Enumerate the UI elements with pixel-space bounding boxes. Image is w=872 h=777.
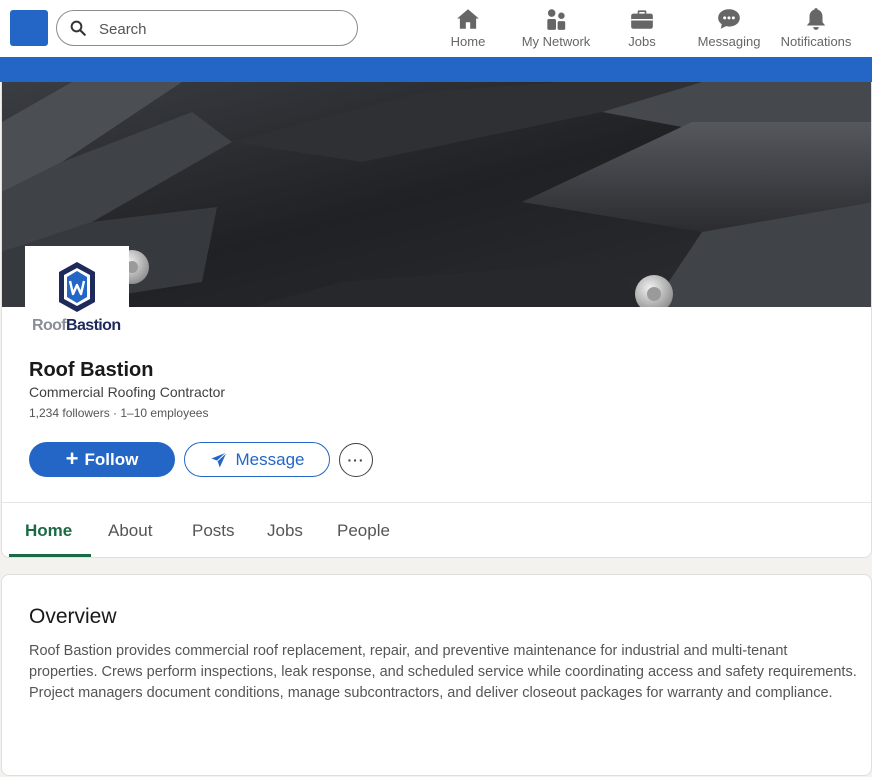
nav-notifications-label: Notifications [780, 34, 852, 49]
nav-home-label: Home [450, 34, 486, 49]
logo-wordmark-part1: Roof [32, 317, 67, 334]
company-meta: 1,234 followers · 1–10 employees [29, 406, 209, 420]
follow-button[interactable]: + Follow [29, 442, 175, 477]
logo-wordmark-part2: Bastion [66, 317, 121, 334]
shield-logo-icon [59, 262, 95, 312]
nav-messaging-label: Messaging [697, 34, 761, 49]
brand-bar [0, 57, 872, 82]
tab-about[interactable]: About [108, 503, 152, 557]
top-nav: Home My Network Jobs Messaging [0, 0, 872, 57]
nav-home[interactable]: Home [444, 6, 492, 52]
send-icon [211, 451, 227, 467]
message-button-label: Message [235, 449, 305, 469]
more-options-button[interactable]: ··· [339, 443, 373, 477]
home-icon [457, 9, 479, 29]
overview-body: Roof Bastion provides commercial roof re… [29, 643, 857, 701]
nav-messaging[interactable]: Messaging [696, 6, 762, 52]
overview-title: Overview [29, 605, 117, 628]
network-icon [547, 9, 566, 30]
search-box[interactable] [56, 10, 358, 46]
chat-icon [718, 9, 740, 29]
search-input[interactable] [99, 18, 339, 40]
follow-button-label: Follow [84, 449, 139, 469]
tab-jobs[interactable]: Jobs [267, 503, 303, 557]
briefcase-icon [631, 10, 653, 29]
nav-jobs[interactable]: Jobs [618, 6, 666, 52]
plus-icon: + [65, 445, 79, 471]
company-name: Roof Bastion [29, 359, 154, 381]
nav-my-network-label: My Network [521, 34, 591, 49]
active-tab-indicator [9, 554, 91, 557]
message-button[interactable]: Message [184, 442, 330, 477]
bell-icon [806, 8, 826, 30]
overview-card: Overview Roof Bastion provides commercia… [1, 574, 872, 776]
more-icon: ··· [347, 452, 365, 468]
company-logo: RoofBastion [25, 246, 129, 344]
tab-posts[interactable]: Posts [192, 503, 235, 557]
tab-people[interactable]: People [337, 503, 390, 557]
tab-home[interactable]: Home [25, 503, 72, 557]
nav-notifications[interactable]: Notifications [778, 6, 854, 52]
nav-jobs-label: Jobs [628, 34, 656, 49]
search-icon [70, 20, 86, 36]
roof-shingles-image [2, 82, 871, 307]
cover-image [2, 82, 871, 307]
logo-wordmark: RoofBastion [32, 317, 121, 335]
nav-my-network[interactable]: My Network [518, 6, 594, 52]
company-profile-card: RoofBastion Roof Bastion Commercial Roof… [1, 82, 872, 558]
app-logo-icon[interactable] [10, 10, 48, 46]
company-tagline: Commercial Roofing Contractor [29, 384, 226, 400]
